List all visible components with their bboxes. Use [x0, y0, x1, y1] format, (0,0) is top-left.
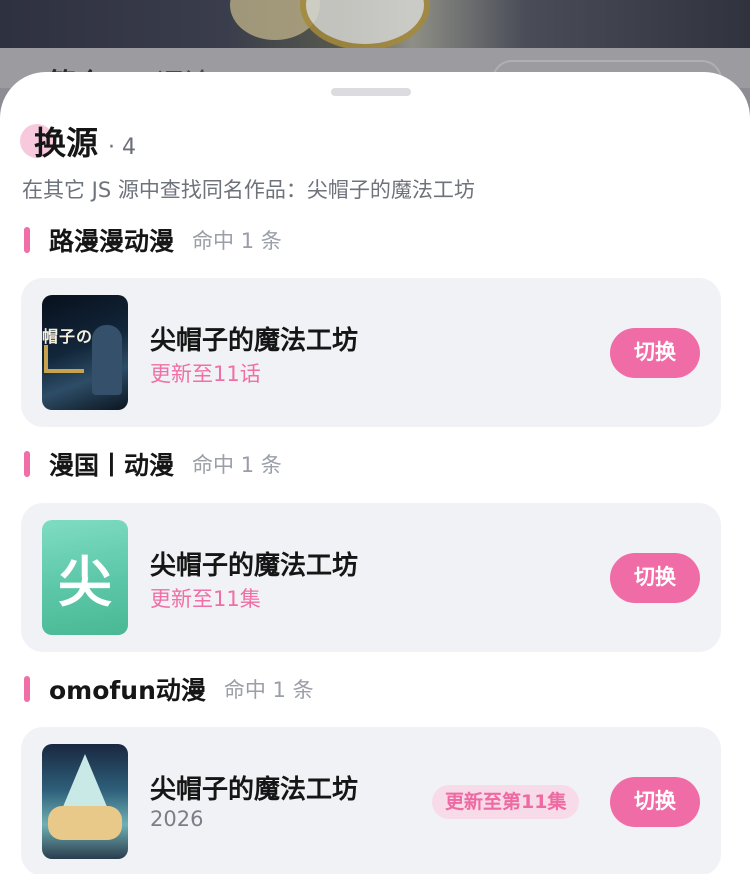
switch-button[interactable]: 切换	[610, 553, 700, 603]
sheet-title: 换源	[34, 124, 99, 162]
cover-thumbnail	[42, 744, 128, 859]
sheet-header: 换源 · 4	[20, 118, 136, 162]
sheet-subtitle: 在其它 JS 源中查找同名作品：尖帽子的魔法工坊	[22, 178, 475, 202]
result-year: 2026	[150, 807, 204, 831]
source-group-header: 路漫漫动漫 命中 1 条	[24, 224, 282, 256]
group-accent-bar	[24, 676, 30, 702]
hero-banner	[0, 0, 750, 48]
source-group-header: 漫国丨动漫 命中 1 条	[24, 448, 282, 480]
result-title: 尖帽子的魔法工坊	[150, 775, 359, 805]
hit-count: 命中 1 条	[223, 678, 314, 702]
switch-button[interactable]: 切换	[610, 328, 700, 378]
cover-thumbnail: 帽子の	[42, 295, 128, 410]
group-accent-bar	[24, 451, 30, 477]
result-card[interactable]: 帽子の 尖帽子的魔法工坊 更新至11话 切换	[21, 278, 721, 427]
cover-placeholder: 尖	[42, 520, 128, 635]
cover-initial: 尖	[58, 551, 112, 614]
source-name: omofun动漫	[49, 676, 206, 705]
result-card[interactable]: 尖 尖帽子的魔法工坊 更新至11集 切换	[21, 503, 721, 652]
result-title: 尖帽子的魔法工坊	[150, 326, 359, 356]
hit-count: 命中 1 条	[192, 229, 282, 253]
result-update: 更新至11话	[150, 362, 261, 386]
source-count: · 4	[108, 135, 136, 160]
result-update: 更新至11集	[150, 587, 261, 611]
result-card[interactable]: 尖帽子的魔法工坊 2026 更新至第11集 切换	[21, 727, 721, 874]
source-group-header: omofun动漫 命中 1 条	[24, 673, 314, 705]
source-name: 路漫漫动漫	[49, 227, 175, 256]
sheet-drag-handle[interactable]	[331, 88, 411, 96]
result-title: 尖帽子的魔法工坊	[150, 551, 359, 581]
update-badge: 更新至第11集	[432, 785, 580, 819]
source-name: 漫国丨动漫	[49, 451, 175, 480]
hit-count: 命中 1 条	[192, 453, 282, 477]
group-accent-bar	[24, 227, 30, 253]
switch-source-sheet: 换源 · 4 在其它 JS 源中查找同名作品：尖帽子的魔法工坊 路漫漫动漫 命中…	[0, 72, 750, 874]
switch-button[interactable]: 切换	[610, 777, 700, 827]
